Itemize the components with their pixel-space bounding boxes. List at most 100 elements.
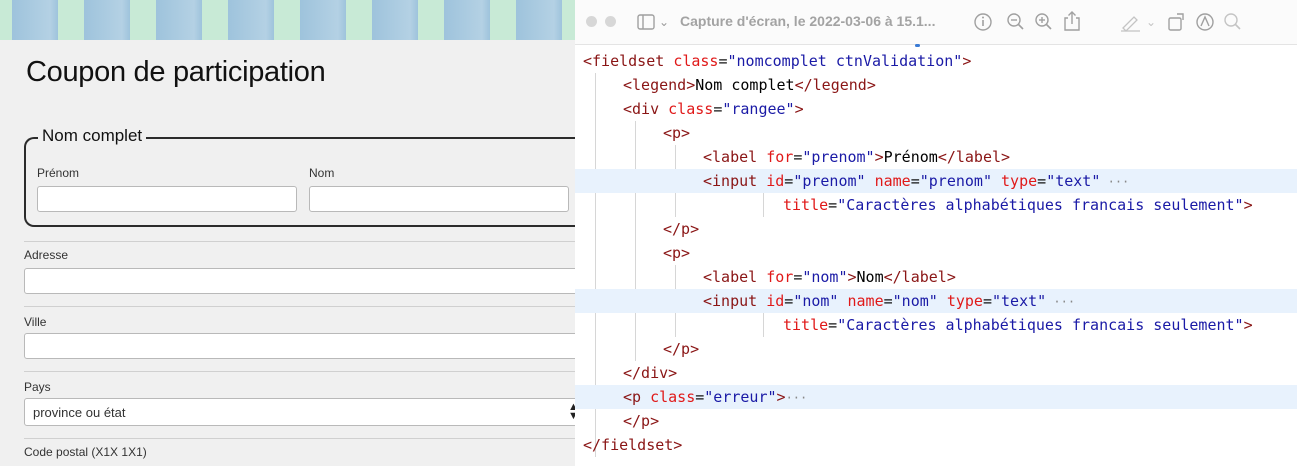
- code-token: <p>: [663, 244, 691, 262]
- code-token: title: [783, 316, 829, 334]
- markup-pen-icon[interactable]: [1120, 12, 1142, 32]
- code-token: >: [794, 100, 804, 118]
- code-token: <label: [703, 148, 767, 166]
- code-token: <label: [703, 268, 767, 286]
- ville-input[interactable]: [24, 333, 575, 359]
- code-line: </fieldset>: [575, 433, 1297, 457]
- code-token: "Caractères alphabétiques francais seule…: [837, 316, 1244, 334]
- divider: [24, 241, 575, 242]
- form-panel: Coupon de participation Nom complet Prén…: [0, 0, 575, 466]
- sidebar-icon[interactable]: [637, 14, 655, 30]
- code-token: Nom: [856, 268, 884, 286]
- code-token: </p>: [623, 412, 660, 430]
- code-token: <legend>: [623, 76, 696, 94]
- code-token: "nom": [793, 292, 848, 310]
- code-token: class: [650, 388, 696, 406]
- code-token: </p>: [663, 220, 700, 238]
- code-token: "prenom": [919, 172, 1002, 190]
- code-token: =: [828, 316, 838, 334]
- code-token: class: [668, 100, 714, 118]
- pays-label: Pays: [24, 380, 51, 394]
- code-token: "prenom": [793, 172, 875, 190]
- code-line: title="Caractères alphabétiques francais…: [575, 313, 1297, 337]
- adresse-input[interactable]: [24, 268, 575, 294]
- chevron-down-icon[interactable]: ⌄: [659, 12, 669, 32]
- code-line: <legend>Nom complet</legend>: [575, 73, 1297, 97]
- code-token: "text": [992, 292, 1047, 310]
- pays-select[interactable]: province ou état: [24, 398, 575, 426]
- code-token: "nomcomplet ctnValidation": [727, 52, 963, 70]
- code-token: =: [883, 292, 893, 310]
- form-title: Coupon de participation: [26, 56, 326, 88]
- code-line: <input id="nom" name="nom" type="text" ·…: [575, 289, 1297, 313]
- code-postal-label: Code postal (X1X 1X1): [24, 445, 147, 459]
- code-token: Prénom: [883, 148, 938, 166]
- code-token: </label>: [937, 148, 1011, 166]
- code-token: <p: [623, 388, 651, 406]
- code-token: id: [766, 172, 785, 190]
- code-token: "nom": [892, 292, 947, 310]
- code-token: "nom": [802, 268, 848, 286]
- code-token: =: [828, 196, 838, 214]
- code-token: class: [673, 52, 719, 70]
- code-token: ···: [1046, 295, 1076, 309]
- window-toolbar: ⌄ Capture d'écran, le 2022-03-06 à 15.1.…: [575, 0, 1297, 47]
- ville-label: Ville: [24, 315, 47, 329]
- code-line: <input id="prenom" name="prenom" type="t…: [575, 169, 1297, 193]
- code-token: </label>: [883, 268, 956, 286]
- code-token: "prenom": [802, 148, 875, 166]
- code-line: <p class="erreur">···: [575, 385, 1297, 409]
- close-window-button[interactable]: [586, 16, 597, 27]
- rotate-icon[interactable]: [1167, 12, 1187, 32]
- prenom-label: Prénom: [37, 166, 80, 180]
- share-icon[interactable]: [1063, 10, 1081, 32]
- code-token: <div: [623, 100, 669, 118]
- code-token: =: [718, 52, 728, 70]
- code-token: =: [784, 292, 794, 310]
- code-token: name: [874, 172, 911, 190]
- fieldset-legend: Nom complet: [38, 126, 147, 146]
- zoom-out-icon[interactable]: [1006, 12, 1026, 32]
- code-line: <p>: [575, 121, 1297, 145]
- info-icon[interactable]: [973, 12, 993, 32]
- code-line: </p>: [575, 217, 1297, 241]
- search-icon[interactable]: [1223, 12, 1243, 32]
- code-line: </p>: [575, 337, 1297, 361]
- code-token: =: [910, 172, 920, 190]
- code-token: >: [1243, 316, 1253, 334]
- divider: [24, 438, 575, 439]
- code-token: name: [847, 292, 884, 310]
- code-line: </p>: [575, 409, 1297, 433]
- prenom-input[interactable]: [37, 186, 297, 212]
- code-token: =: [793, 268, 803, 286]
- code-token: >: [962, 52, 972, 70]
- code-token: >: [1243, 196, 1253, 214]
- code-line: <label for="prenom">Prénom</label>: [575, 145, 1297, 169]
- divider: [24, 306, 575, 307]
- code-token: type: [1001, 172, 1038, 190]
- code-token: "erreur": [704, 388, 777, 406]
- select-arrows-icon: ▲ ▼: [568, 401, 575, 422]
- code-token: for: [766, 148, 794, 166]
- code-token: "Caractères alphabétiques francais seule…: [837, 196, 1244, 214]
- code-token: =: [695, 388, 705, 406]
- code-line: <p>: [575, 241, 1297, 265]
- code-token: id: [766, 292, 785, 310]
- zoom-in-icon[interactable]: [1034, 12, 1054, 32]
- code-token: ···: [1100, 175, 1130, 189]
- code-token: </div>: [623, 364, 678, 382]
- minimize-window-button[interactable]: [605, 16, 616, 27]
- striped-header-banner: [0, 0, 575, 40]
- nom-label: Nom: [309, 166, 335, 180]
- code-line: <fieldset class="nomcomplet ctnValidatio…: [575, 49, 1297, 73]
- code-token: >: [847, 268, 857, 286]
- code-token: >: [776, 388, 786, 406]
- adresse-label: Adresse: [24, 248, 69, 262]
- nom-input[interactable]: [309, 186, 569, 212]
- chevron-down-icon[interactable]: ⌄: [1146, 12, 1156, 32]
- divider: [24, 371, 575, 372]
- code-token: =: [793, 148, 803, 166]
- markup-toolbar-icon[interactable]: [1195, 12, 1215, 32]
- code-line: </div>: [575, 361, 1297, 385]
- code-token: <input: [703, 292, 767, 310]
